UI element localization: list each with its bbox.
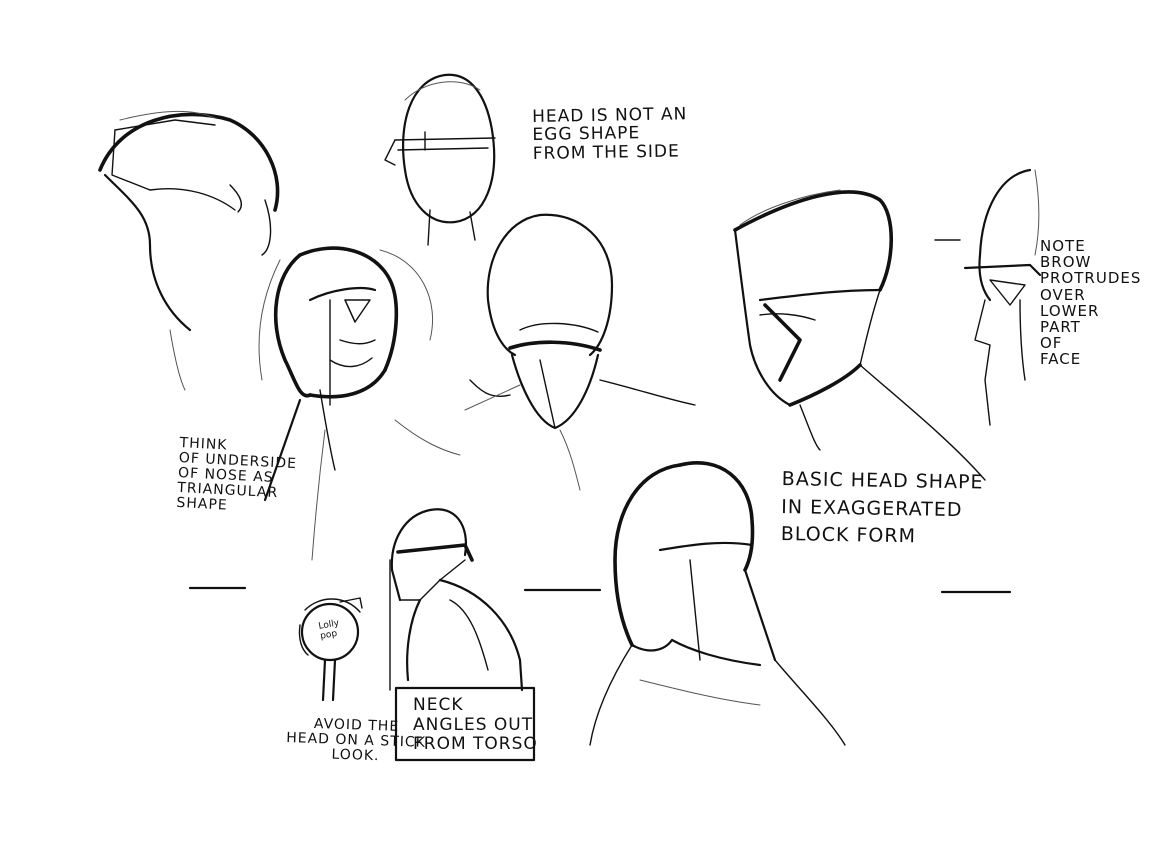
lollipop-label: Lolly pop [317, 618, 340, 642]
note-lollipop: Avoid the head on a stick look. [285, 715, 427, 765]
block-form-head-sketch [733, 189, 986, 481]
head-tilted-up-sketch [98, 111, 280, 391]
head-looking-down-sketch [464, 213, 696, 491]
sketch-sheet: Head is not an egg shape from the side N… [0, 0, 1171, 839]
egg-side-head-sketch [384, 73, 496, 246]
note-nose: Think of underside of nose as triangular… [176, 435, 298, 515]
note-neck: Neck angles out from torso [413, 695, 538, 755]
lollipop-head-sketch [298, 597, 363, 702]
note-block-form: Basic head shape in exaggerated block fo… [780, 467, 984, 548]
brow-profile-sketch [934, 168, 1042, 426]
note-brow: Note brow protrudes over lower part of f… [1040, 237, 1142, 369]
note-egg-shape: Head is not an egg shape from the side [531, 104, 688, 164]
divider-lines [188, 559, 1012, 691]
